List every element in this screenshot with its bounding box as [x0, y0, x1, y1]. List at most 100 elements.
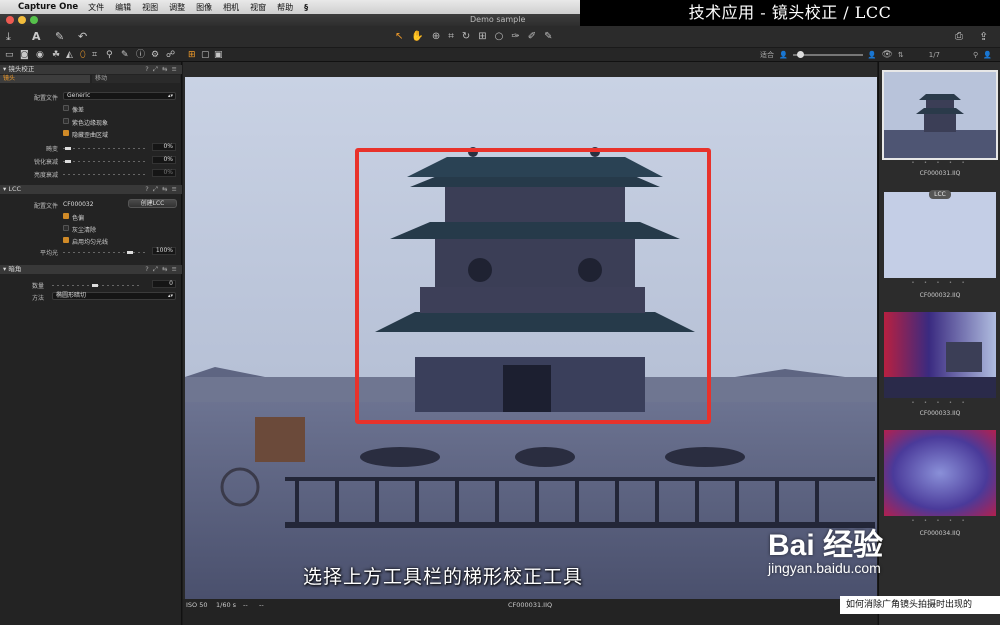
section-tools[interactable]: ? ⤢ ⇆ ≡ [145, 185, 178, 194]
vignette-header[interactable]: ▾ 暗角 ? ⤢ ⇆ ≡ [0, 265, 182, 274]
print-icon[interactable]: ⎙ [955, 26, 963, 48]
spot-icon[interactable]: ○ [495, 30, 504, 44]
menu-app-name[interactable]: Capture One [18, 2, 78, 12]
lens-tab-icon[interactable]: ⬯ [80, 48, 86, 62]
library-tab-icon[interactable]: ▭ [5, 48, 14, 62]
select-arrow-icon: ▴▾ [167, 293, 173, 299]
color-tab-icon[interactable]: ☘ [52, 48, 60, 62]
sort-icon[interactable]: ⇅ [898, 51, 904, 59]
average-light-value[interactable]: 100% [152, 247, 176, 255]
lens-profile-select[interactable]: Generic ▴▾ [63, 92, 176, 100]
pan-hand-icon[interactable]: ✋ [411, 30, 423, 44]
zoom-slider[interactable] [792, 51, 863, 58]
aberration-checkbox[interactable] [63, 105, 69, 111]
thumbnail-4-stars[interactable]: • • • • • [884, 518, 996, 524]
vignette-amount-knob[interactable] [92, 284, 98, 287]
zoom-slider-knob[interactable] [796, 51, 804, 58]
sharpness-falloff-value[interactable]: 0% [152, 156, 176, 164]
menu-help[interactable]: 帮助 [277, 2, 293, 13]
hide-distorted-checkbox[interactable] [63, 130, 69, 136]
light-falloff-label: 亮度衰减 [33, 172, 58, 179]
metadata-tab-icon[interactable]: ⚙ [151, 48, 159, 62]
menu-file[interactable]: 文件 [88, 2, 104, 13]
thumbnail-1-stars[interactable]: • • • • • [884, 160, 996, 166]
vignette-amount-value[interactable]: 0 [152, 280, 176, 288]
color-cast-checkbox[interactable] [63, 213, 69, 219]
import-icon[interactable]: ⤓ [6, 26, 11, 48]
lcc-header[interactable]: ▾ LCC ? ⤢ ⇆ ≡ [0, 185, 182, 194]
focal-value: -- [259, 601, 264, 609]
zoom-tool-icon[interactable]: ⊕ [432, 30, 440, 44]
distortion-slider[interactable] [63, 147, 147, 150]
text-icon[interactable]: A [32, 26, 41, 48]
select-cursor-icon[interactable]: ↖ [395, 30, 403, 44]
section-tools[interactable]: ? ⤢ ⇆ ≡ [145, 65, 178, 74]
menu-image[interactable]: 图像 [196, 2, 212, 13]
section-tools[interactable]: ? ⤢ ⇆ ≡ [145, 265, 178, 274]
camera-tab-icon[interactable]: ◉ [36, 48, 44, 62]
erase-mask-icon[interactable]: ✎ [544, 30, 552, 44]
average-light-knob[interactable] [127, 251, 133, 254]
thumbnail-3-stars[interactable]: • • • • • [884, 400, 996, 406]
menu-adjust[interactable]: 调整 [169, 2, 185, 13]
tab-movement[interactable]: 移动 [92, 75, 180, 83]
distortion-value[interactable]: 0% [152, 143, 176, 151]
lens-correction-header[interactable]: ▾ 镜头校正 ? ⤢ ⇆ ≡ [0, 65, 182, 74]
close-icon[interactable] [6, 16, 14, 24]
menu-window[interactable]: 视窗 [250, 2, 266, 13]
grid-view-icon[interactable]: ⊞ [188, 48, 196, 62]
distortion-knob[interactable] [65, 147, 71, 150]
traffic-lights [6, 16, 38, 24]
rotate-icon[interactable]: ↻ [462, 30, 470, 44]
dust-removal-checkbox[interactable] [63, 225, 69, 231]
undo-icon[interactable]: ↶ [78, 26, 87, 48]
uniform-light-checkbox[interactable] [63, 237, 69, 243]
create-lcc-button[interactable]: 创建LCC [128, 199, 177, 208]
purple-fringe-checkbox[interactable] [63, 118, 69, 124]
average-light-slider[interactable] [63, 251, 147, 254]
zoom-label: 适合 [760, 51, 774, 59]
sharpness-falloff-slider[interactable] [63, 160, 147, 163]
tab-lens[interactable]: 镜头 [0, 75, 90, 83]
exposure-tab-icon[interactable]: ◭ [66, 48, 73, 62]
vignette-amount-slider[interactable] [52, 284, 142, 287]
picker-icon[interactable]: ✑ [511, 30, 519, 44]
thumbnail-3[interactable] [884, 312, 996, 398]
lcc-badge: LCC [929, 190, 951, 199]
distortion-label: 畸变 [45, 146, 58, 153]
user-icon[interactable]: 👤 [983, 51, 992, 59]
thumbnail-1[interactable] [882, 70, 998, 160]
zoom-icon[interactable] [30, 16, 38, 24]
draw-mask-icon[interactable]: ✐ [528, 30, 536, 44]
minimize-icon[interactable] [18, 16, 26, 24]
menu-edit[interactable]: 编辑 [115, 2, 131, 13]
composition-tab-icon[interactable]: ⌗ [92, 48, 97, 62]
output-tab-icon[interactable]: ☍ [166, 48, 175, 62]
local-adjust-tab-icon[interactable]: ✎ [121, 48, 129, 62]
script-icon[interactable]: § [304, 3, 308, 12]
eye-icon[interactable]: 👁 [881, 50, 892, 60]
lcc-profile-value: CF000032 [63, 201, 94, 208]
light-falloff-value[interactable]: 0% [152, 169, 176, 177]
lcc-title: LCC [8, 185, 22, 193]
thumbnail-2-label: CF000032.IIQ [919, 292, 961, 299]
light-falloff-slider[interactable] [63, 174, 147, 175]
search-icon[interactable]: ⚲ [973, 51, 978, 59]
export-icon[interactable]: ⇪ [979, 26, 988, 48]
thumbnail-2-stars[interactable]: • • • • • [884, 280, 996, 286]
keystone-icon[interactable]: ⊞ [478, 30, 486, 44]
thumbnail-4[interactable] [884, 430, 996, 516]
vignette-method-select[interactable]: 椭圆形暗切 ▴▾ [52, 292, 176, 300]
compare-view-icon[interactable]: ▣ [214, 48, 223, 62]
crop-icon[interactable]: ⌗ [448, 30, 454, 44]
adjust-tab-icon[interactable]: ⓘ [136, 48, 145, 62]
sharpness-falloff-knob[interactable] [65, 160, 71, 163]
single-view-icon[interactable]: ▢ [201, 48, 210, 62]
brush-icon[interactable]: ✎ [55, 26, 64, 48]
uniform-light-label: 启用均匀光线 [72, 239, 109, 246]
menu-view[interactable]: 视图 [142, 2, 158, 13]
details-tab-icon[interactable]: ⚲ [106, 48, 113, 62]
thumbnail-2[interactable] [884, 192, 996, 278]
capture-tab-icon[interactable]: ◙ [20, 48, 29, 62]
menu-camera[interactable]: 相机 [223, 2, 239, 13]
